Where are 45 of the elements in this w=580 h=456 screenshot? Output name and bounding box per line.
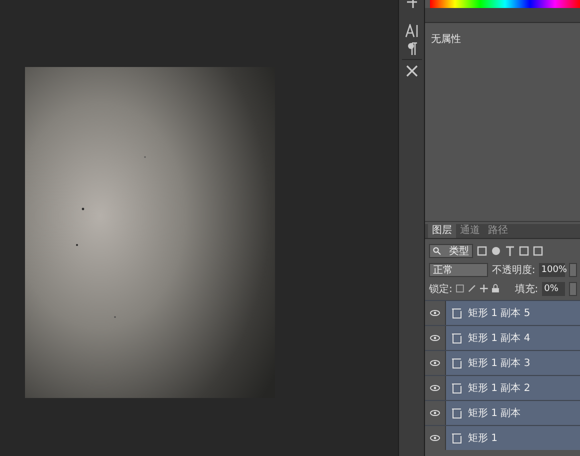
layer-name: 矩形 1 副本 bbox=[468, 406, 521, 420]
move-icon[interactable] bbox=[480, 284, 488, 293]
shape-layer-icon bbox=[451, 308, 462, 318]
opacity-label: 不透明度: bbox=[492, 264, 536, 276]
layer-name: 矩形 1 副本 4 bbox=[468, 332, 530, 345]
filter-dropdown[interactable]: 类型 bbox=[429, 244, 473, 258]
eye-icon[interactable] bbox=[430, 435, 440, 441]
opacity-field[interactable]: 100% bbox=[539, 262, 566, 276]
eye-icon[interactable] bbox=[430, 385, 440, 391]
filter-value: 类型 bbox=[449, 244, 469, 258]
properties-text: 无属性 bbox=[431, 34, 461, 45]
shape-layer-icon bbox=[451, 382, 462, 394]
layer-row[interactable]: 矩形 1 副本 3 bbox=[425, 350, 580, 375]
color-spectrum[interactable] bbox=[430, 0, 580, 8]
panel-tab[interactable]: 通道 bbox=[456, 224, 484, 238]
layer-row[interactable]: 矩形 1 副本 bbox=[425, 400, 580, 425]
lock-icon[interactable] bbox=[492, 284, 499, 293]
lock-label: 锁定: bbox=[429, 282, 452, 296]
layer-name: 矩形 1 副本 5 bbox=[468, 306, 530, 320]
layer-name: 矩形 1 bbox=[468, 432, 498, 445]
fill-field[interactable]: 0% bbox=[542, 282, 565, 296]
eye-icon[interactable] bbox=[430, 360, 440, 366]
fill-label: 填充: bbox=[514, 282, 538, 296]
shape-layer-icon bbox=[451, 432, 462, 444]
search-icon bbox=[433, 246, 441, 254]
shape-layer-icon bbox=[451, 358, 462, 368]
layer-row[interactable]: 矩形 1 副本 5 bbox=[425, 300, 580, 325]
shape-layer-icon bbox=[451, 332, 462, 344]
shape-layer-icon bbox=[451, 408, 462, 418]
layer-row[interactable]: 矩形 1 副本 2 bbox=[425, 375, 580, 400]
eye-icon[interactable] bbox=[430, 310, 440, 316]
text-filter-icon[interactable] bbox=[505, 246, 515, 256]
shape-filter-icon[interactable] bbox=[519, 246, 529, 256]
adjustment-filter-icon[interactable] bbox=[491, 246, 501, 256]
layer-name: 矩形 1 副本 3 bbox=[468, 356, 530, 370]
layer-name: 矩形 1 副本 2 bbox=[468, 382, 530, 395]
panel-tab[interactable]: 图层 bbox=[428, 224, 456, 238]
layer-row[interactable]: 矩形 1 bbox=[425, 425, 580, 450]
eye-icon[interactable] bbox=[430, 410, 440, 416]
paragraph-icon[interactable] bbox=[406, 42, 416, 55]
blend-mode-dropdown[interactable]: 正常 bbox=[429, 262, 488, 276]
eye-icon[interactable] bbox=[430, 335, 440, 341]
character-icon[interactable] bbox=[404, 24, 418, 38]
panel-tab[interactable]: 路径 bbox=[484, 224, 512, 238]
layer-row[interactable]: 矩形 1 副本 4 bbox=[425, 325, 580, 350]
